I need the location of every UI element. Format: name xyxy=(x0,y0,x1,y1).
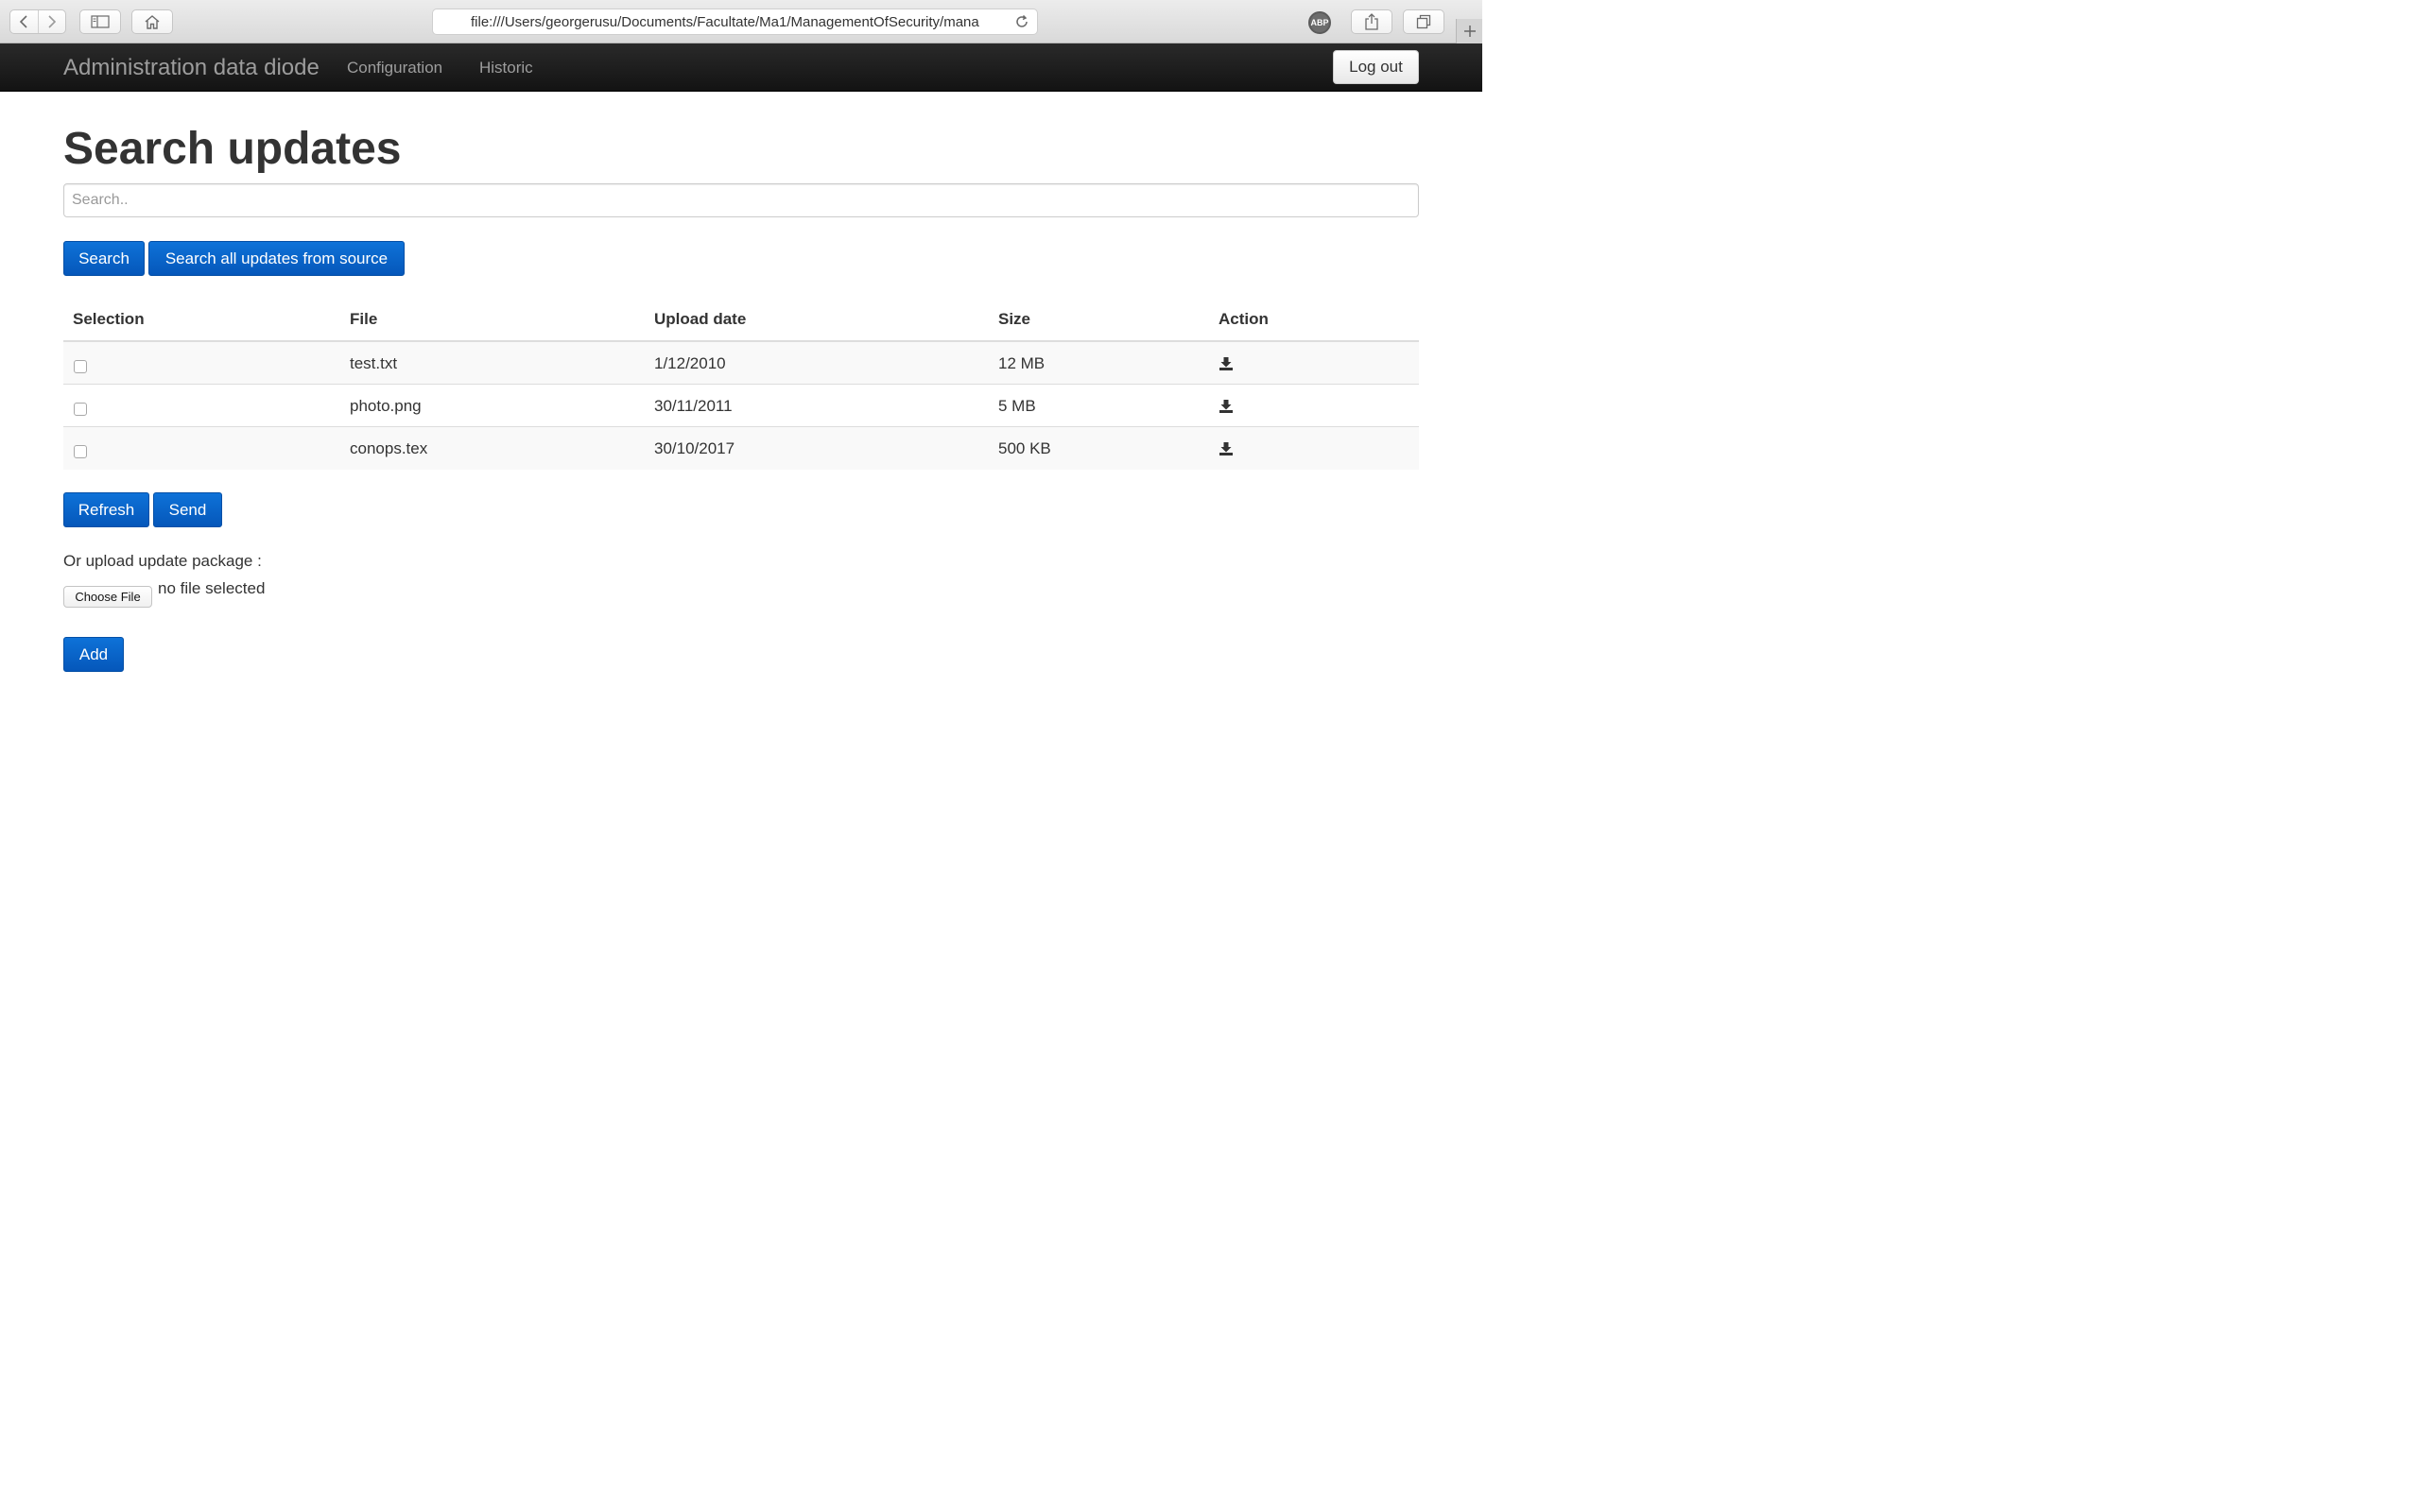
brand-link[interactable]: Administration data diode xyxy=(63,55,320,81)
row-select-checkbox[interactable] xyxy=(74,445,87,458)
row-select-checkbox[interactable] xyxy=(74,403,87,416)
add-button[interactable]: Add xyxy=(63,637,124,672)
download-icon[interactable] xyxy=(1219,441,1234,456)
row-upload-date: 1/12/2010 xyxy=(654,354,726,372)
download-icon[interactable] xyxy=(1219,399,1234,414)
share-icon xyxy=(1365,13,1378,30)
table-row: conops.tex 30/10/2017 500 KB xyxy=(63,427,1419,470)
nav-link-configuration[interactable]: Configuration xyxy=(347,59,442,77)
new-tab-button[interactable] xyxy=(1456,19,1482,43)
column-header-size: Size xyxy=(998,310,1031,328)
search-input[interactable] xyxy=(63,183,1419,217)
row-select-checkbox[interactable] xyxy=(74,360,87,373)
history-nav xyxy=(9,9,66,34)
column-header-file: File xyxy=(350,310,378,328)
search-button[interactable]: Search xyxy=(63,241,145,276)
tabs-icon xyxy=(1416,14,1431,29)
row-file: photo.png xyxy=(350,397,422,415)
send-button[interactable]: Send xyxy=(153,492,222,527)
nav-link-historic[interactable]: Historic xyxy=(479,59,533,77)
navbar: Administration data diode Configuration … xyxy=(0,43,1482,92)
chevron-right-icon xyxy=(48,15,57,28)
choose-file-button[interactable]: Choose File xyxy=(63,586,152,608)
table-row: photo.png 30/11/2011 5 MB xyxy=(63,385,1419,427)
page-title: Search updates xyxy=(63,124,402,174)
sidebar-icon xyxy=(91,15,110,28)
row-size: 5 MB xyxy=(998,397,1036,415)
row-file: conops.tex xyxy=(350,439,428,457)
file-status-text: no file selected xyxy=(158,579,266,597)
logout-button[interactable]: Log out xyxy=(1333,50,1419,84)
row-upload-date: 30/10/2017 xyxy=(654,439,735,457)
share-button[interactable] xyxy=(1351,9,1392,34)
plus-icon xyxy=(1463,26,1476,37)
home-icon xyxy=(145,15,160,29)
column-header-selection: Selection xyxy=(73,310,145,328)
reload-button[interactable] xyxy=(1014,14,1029,34)
home-button[interactable] xyxy=(131,9,173,34)
sidebar-button[interactable] xyxy=(79,9,121,34)
column-header-action: Action xyxy=(1219,310,1269,328)
table-row: test.txt 1/12/2010 12 MB xyxy=(63,342,1419,385)
tabs-button[interactable] xyxy=(1403,9,1444,34)
row-file: test.txt xyxy=(350,354,398,372)
column-header-upload-date: Upload date xyxy=(654,310,747,328)
download-icon[interactable] xyxy=(1219,356,1234,371)
chevron-left-icon xyxy=(20,15,28,28)
browser-toolbar: file:///Users/georgerusu/Documents/Facul… xyxy=(0,0,1482,43)
forward-button[interactable] xyxy=(37,10,65,33)
reload-icon xyxy=(1016,14,1028,27)
upload-label: Or upload update package : xyxy=(63,552,262,570)
adblock-icon[interactable]: ABP xyxy=(1308,11,1331,34)
row-upload-date: 30/11/2011 xyxy=(654,397,733,415)
row-size: 12 MB xyxy=(998,354,1046,372)
url-text: file:///Users/georgerusu/Documents/Facul… xyxy=(471,13,979,30)
row-size: 500 KB xyxy=(998,439,1051,457)
back-button[interactable] xyxy=(10,10,38,33)
refresh-button[interactable]: Refresh xyxy=(63,492,149,527)
search-all-button[interactable]: Search all updates from source xyxy=(148,241,405,276)
address-bar[interactable]: file:///Users/georgerusu/Documents/Facul… xyxy=(432,9,1038,35)
